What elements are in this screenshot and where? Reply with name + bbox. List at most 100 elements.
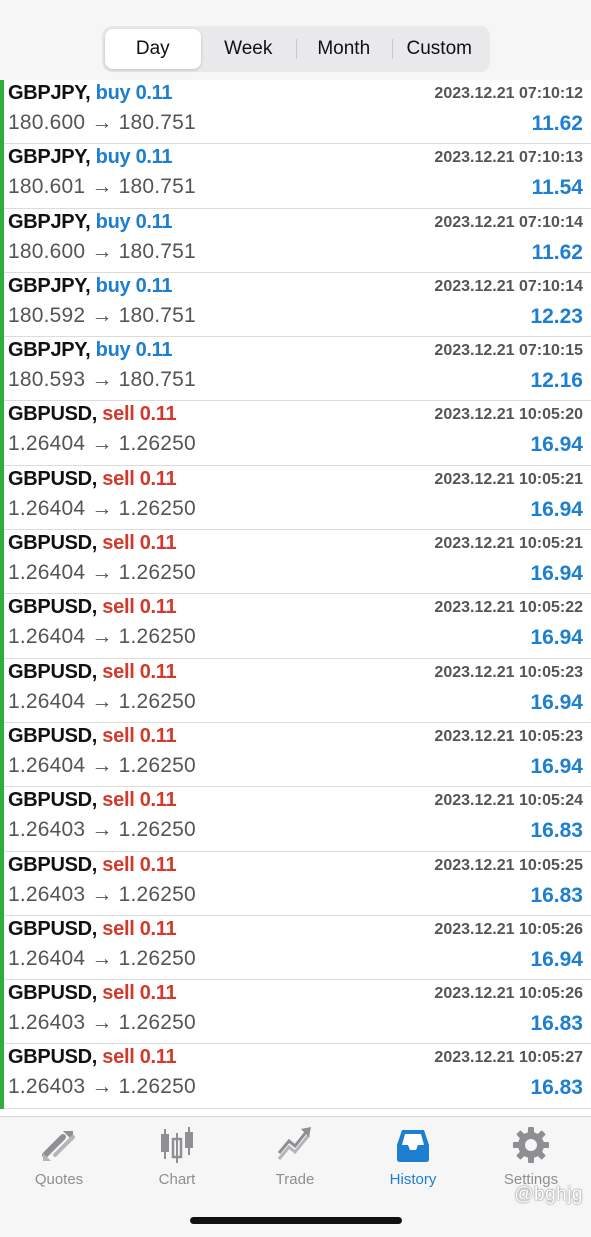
deal-close-price: 1.26250	[118, 1075, 196, 1099]
deal-open-price: 1.26403	[8, 1075, 86, 1099]
deal-prices: 1.26404 → 1.26250	[8, 625, 196, 649]
deal-row[interactable]: GBPJPY, buy 0.11 180.600 → 180.751 2023.12…	[0, 208, 591, 274]
deal-prices: 1.26404 → 1.26250	[8, 497, 196, 521]
tab-history-label: History	[389, 1171, 437, 1188]
deal-side-volume: sell 0.11	[102, 532, 177, 555]
deal-side-volume: sell 0.11	[102, 467, 177, 490]
deal-prices: 1.26403 → 1.26250	[8, 818, 196, 842]
arrow-icon: →	[91, 689, 113, 713]
deal-profit: 16.94	[530, 497, 583, 521]
deal-row[interactable]: GBPUSD, sell 0.11 1.26403 → 1.26250 2023.1…	[0, 1044, 591, 1110]
deal-time: 2023.12.21 07:10:14	[434, 277, 583, 295]
arrow-icon: →	[91, 496, 113, 520]
deal-open-price: 1.26404	[8, 561, 86, 585]
deal-row[interactable]: GBPUSD, sell 0.11 1.26404 → 1.26250 2023.1…	[0, 465, 591, 531]
tab-trade[interactable]: Trade	[236, 1125, 354, 1195]
deal-symbol: GBPJPY,	[8, 146, 91, 169]
deal-side-volume: buy 0.11	[95, 146, 173, 169]
deal-time: 2023.12.21 07:10:13	[434, 149, 583, 167]
deal-row[interactable]: GBPUSD, sell 0.11 1.26404 → 1.26250 2023.1…	[0, 594, 591, 659]
deal-profit: 12.23	[530, 304, 583, 328]
tab-month[interactable]: Month	[296, 29, 392, 69]
arrow-icon: →	[91, 753, 113, 777]
deal-side-volume: buy 0.11	[95, 82, 173, 104]
deal-profit: 16.94	[530, 690, 583, 714]
deal-close-price: 1.26250	[118, 882, 196, 906]
deal-time: 2023.12.21 10:05:26	[434, 985, 583, 1003]
deal-title: GBPUSD, sell 0.11	[8, 403, 177, 426]
deal-side-volume: sell 0.11	[102, 403, 177, 426]
arrow-icon: →	[91, 239, 113, 263]
deal-prices: 180.593 → 180.751	[8, 368, 196, 392]
deal-open-price: 180.593	[8, 368, 86, 392]
deal-row[interactable]: GBPJPY, buy 0.11 180.600 → 180.751 2023.12…	[0, 80, 591, 145]
deal-title: GBPUSD, sell 0.11	[8, 1046, 177, 1069]
deal-close-price: 1.26250	[118, 496, 196, 520]
deal-row[interactable]: GBPJPY, buy 0.11 180.592 → 180.751 2023.12…	[0, 272, 591, 338]
deal-close-price: 180.751	[118, 239, 196, 263]
tab-custom[interactable]: Custom	[391, 29, 488, 69]
deal-title: GBPUSD, sell 0.11	[8, 982, 177, 1005]
deal-title: GBPJPY, buy 0.11	[8, 82, 173, 105]
deal-title: GBPUSD, sell 0.11	[8, 724, 177, 748]
deal-row[interactable]: GBPUSD, sell 0.11 1.26404 → 1.26250 2023.1…	[0, 658, 591, 724]
deal-row[interactable]: GBPJPY, buy 0.11 180.593 → 180.751 2023.12…	[0, 337, 591, 402]
deal-prices: 1.26404 → 1.26250	[8, 432, 196, 456]
deal-symbol: GBPUSD,	[8, 917, 98, 940]
deal-prices: 1.26404 → 1.26250	[8, 754, 196, 778]
deal-time: 2023.12.21 07:10:14	[434, 213, 583, 231]
tab-history[interactable]: History	[354, 1125, 472, 1195]
deal-symbol: GBPUSD,	[8, 660, 98, 683]
deal-side-volume: sell 0.11	[102, 1046, 177, 1069]
deal-time: 2023.12.21 10:05:23	[434, 727, 583, 745]
deal-prices: 1.26404 → 1.26250	[8, 690, 196, 714]
tab-day[interactable]: Day	[105, 29, 201, 69]
deal-open-price: 1.26403	[8, 1011, 86, 1035]
deal-open-price: 180.601	[8, 175, 86, 199]
deal-title: GBPUSD, sell 0.11	[8, 660, 177, 684]
tab-quotes[interactable]: Quotes	[0, 1125, 118, 1195]
deal-symbol: GBPUSD,	[8, 789, 98, 812]
tab-quotes-label: Quotes	[34, 1171, 84, 1188]
deal-list: GBPJPY, buy 0.11 180.600 → 180.751 2023.12…	[0, 80, 591, 1110]
gear-icon	[513, 1127, 549, 1163]
deal-row[interactable]: GBPUSD, sell 0.11 1.26403 → 1.26250 2023.1…	[0, 787, 591, 852]
deal-row[interactable]: GBPUSD, sell 0.11 1.26403 → 1.26250 2023.1…	[0, 980, 591, 1045]
tab-chart[interactable]: Chart	[118, 1125, 236, 1195]
deal-side-volume: sell 0.11	[102, 917, 177, 940]
tab-trade-label: Trade	[275, 1171, 315, 1188]
watermark: @bghjg	[514, 1184, 583, 1205]
arrow-icon: →	[91, 432, 113, 456]
deal-symbol: GBPUSD,	[8, 724, 98, 747]
deal-open-price: 1.26404	[8, 753, 86, 777]
deal-row[interactable]: GBPUSD, sell 0.11 1.26404 → 1.26250 2023.1…	[0, 401, 591, 467]
deal-side-volume: buy 0.11	[95, 274, 173, 297]
deal-title: GBPJPY, buy 0.11	[8, 274, 173, 298]
deal-close-price: 1.26250	[118, 689, 196, 713]
deal-side-volume: sell 0.11	[102, 724, 177, 747]
deal-profit: 16.94	[530, 626, 583, 650]
deal-symbol: GBPUSD,	[8, 403, 98, 426]
deal-symbol: GBPUSD,	[8, 596, 98, 619]
deal-row[interactable]: GBPUSD, sell 0.11 1.26404 → 1.26250 2023.1…	[0, 915, 591, 981]
deal-side-volume: buy 0.11	[95, 210, 173, 233]
deal-row[interactable]: GBPUSD, sell 0.11 1.26404 → 1.26250 2023.1…	[0, 722, 591, 788]
deal-row[interactable]: GBPUSD, sell 0.11 1.26403 → 1.26250 2023.1…	[0, 851, 591, 917]
deal-profit: 16.83	[530, 883, 583, 907]
deal-row[interactable]: GBPJPY, buy 0.11 180.601 → 180.751 2023.12…	[0, 144, 591, 209]
deal-profit: 16.94	[530, 754, 583, 778]
deal-open-price: 1.26404	[8, 625, 86, 649]
deal-open-price: 1.26404	[8, 689, 86, 713]
chart-icon	[161, 1127, 193, 1163]
arrow-icon: →	[91, 561, 113, 585]
deal-title: GBPJPY, buy 0.11	[8, 210, 173, 234]
tab-week[interactable]: Week	[201, 29, 297, 69]
deal-row[interactable]: GBPUSD, sell 0.11 1.26404 → 1.26250 2023.1…	[0, 530, 591, 595]
deal-prices: 1.26403 → 1.26250	[8, 1075, 196, 1099]
deal-time: 2023.12.21 10:05:21	[434, 535, 583, 553]
deal-open-price: 1.26404	[8, 432, 86, 456]
tab-chart-label: Chart	[158, 1171, 196, 1188]
deal-title: GBPUSD, sell 0.11	[8, 917, 177, 941]
deal-title: GBPUSD, sell 0.11	[8, 789, 177, 812]
deal-prices: 180.600 → 180.751	[8, 240, 196, 264]
